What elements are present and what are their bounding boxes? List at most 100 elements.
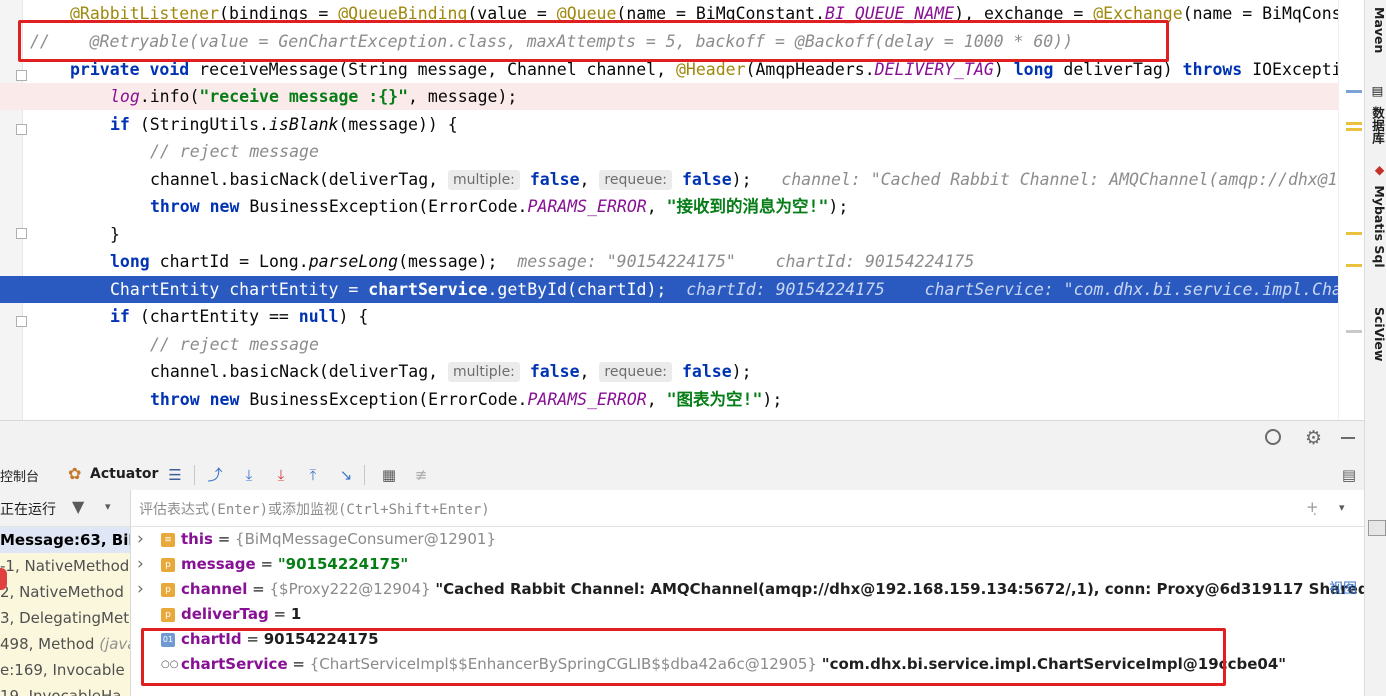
code-line[interactable]: throw new BusinessException(ErrorCode.PA… [0,386,1364,413]
right-tool-stripe: Maven ▤ 数据库 ◆ Mybatis Sql SciView [1364,0,1386,696]
error-stripe-mark[interactable] [1346,264,1362,267]
console-tab[interactable]: 控制台 [0,466,39,485]
expand-arrow-icon[interactable]: › [137,577,144,602]
highlight-box-retryable [18,20,1169,62]
evaluate-input[interactable]: 评估表达式(Enter)或添加监视(Ctrl+Shift+Enter) [139,499,490,519]
code-text: long chartId = Long.parseLong(message); … [110,248,974,275]
run-to-cursor-icon[interactable]: ↘ [335,464,357,486]
code-text: } [110,221,120,248]
stack-frame[interactable]: Message:63, BiMq [0,527,130,553]
expand-arrow-icon[interactable]: › [137,527,144,552]
error-stripe-mark[interactable] [1346,122,1362,125]
step-out-icon[interactable]: ⤒ [302,464,324,486]
layout-icon[interactable]: ▤ [1338,464,1360,486]
gear-icon[interactable]: ⚙ [1305,427,1322,449]
code-line[interactable]: channel.basicNack(deliverTag, multiple: … [0,358,1364,385]
view-link[interactable]: 视图 [1329,577,1357,602]
error-stripe-mark[interactable] [1346,232,1362,235]
database-tab[interactable]: ▤ 数据库 [1365,78,1386,148]
code-token: , [579,362,600,381]
parameter-hint: requeue: [599,362,673,382]
variable-name: deliverTag [181,605,269,623]
code-line[interactable]: channel.basicNack(deliverTag, multiple: … [0,166,1364,193]
code-token: throw new [150,197,250,216]
code-line[interactable]: throw new BusinessException(ErrorCode.PA… [0,193,1364,220]
code-text: // reject message [150,138,319,165]
stack-frame[interactable]: 19, InvocableHa [0,683,130,696]
error-stripe-mark[interactable] [1346,128,1362,131]
variable-row[interactable]: p deliverTag = 1 [131,602,1364,627]
code-token: ); [731,170,782,189]
stack-frame-label: 3, DelegatingMet [0,609,130,627]
code-line[interactable]: if (chartEntity == null) { [0,303,1364,330]
fold-marker-icon[interactable] [16,70,27,81]
stack-frame-label: -1, NativeMethod [0,557,130,575]
code-line[interactable]: // reject message [0,138,1364,165]
variable-text: this = {BiMqMessageConsumer@12901} [181,527,496,552]
code-token: DELIVERY_TAG [874,60,994,79]
globe-icon[interactable] [1265,429,1281,445]
stack-frame[interactable]: -1, NativeMethod [0,553,130,579]
show-execution-point-icon[interactable]: ⤴ [204,464,226,486]
code-line[interactable]: ChartEntity chartEntity = chartService.g… [0,276,1364,303]
highlight-box-variables [141,628,1226,686]
code-token: throws [1182,60,1253,79]
code-line[interactable]: } [0,221,1364,248]
thread-status[interactable]: 正在运行 [0,499,56,519]
code-line[interactable]: if (StringUtils.isBlank(message)) { [0,111,1364,138]
code-token: false [681,170,732,189]
code-text: if (chartEntity == null) { [110,303,368,330]
code-token: (name = BiMqConsta [1182,4,1362,23]
variable-row[interactable]: › ≡ this = {BiMqMessageConsumer@12901} [131,527,1364,552]
evaluate-bar[interactable]: 评估表达式(Enter)或添加监视(Ctrl+Shift+Enter) +̣ ▾ [131,490,1364,527]
step-into-icon[interactable]: ⤓ [270,464,292,486]
trace-stream-icon[interactable]: ≢ [410,464,432,486]
code-line[interactable]: log.info("receive message :{}", message)… [0,83,1364,110]
error-stripe-mark[interactable] [1346,330,1362,333]
add-watch-icon[interactable]: +̣ [1306,498,1319,516]
editor-error-stripe[interactable] [1338,0,1364,420]
code-token: ChartEntity chartEntity = [110,280,369,299]
variable-row[interactable]: › p message = "90154224175" [131,552,1364,577]
variable-row[interactable]: › p channel = {$Proxy222@12904} "Cached Ra… [131,577,1364,602]
chevron-down-icon[interactable]: ▾ [105,500,111,513]
minimize-icon[interactable] [1341,437,1355,439]
stack-frame[interactable]: 498, Method (java. [0,631,130,657]
code-token: // reject message [150,335,319,354]
fold-marker-icon[interactable] [16,316,27,327]
code-editor[interactable]: @RabbitListener(bindings = @QueueBinding… [0,0,1364,420]
parameter-hint: multiple: [448,170,520,190]
code-token: (message)) { [338,115,458,134]
code-token: , [579,170,600,189]
maven-tab[interactable]: Maven [1365,4,1386,56]
threads-menu-icon[interactable]: ☰ [164,464,186,486]
stack-frame[interactable]: 2, NativeMethod [0,579,130,605]
variable-name: this [181,530,213,548]
actuator-tab[interactable]: Actuator [90,466,158,482]
code-line[interactable]: long chartId = Long.parseLong(message); … [0,248,1364,275]
filter-icon[interactable]: ▼ [72,497,84,516]
database-tab-label: 数据库 [1370,105,1385,144]
inline-debug-value: channel: "Cached Rabbit Channel: AMQChan… [781,170,1358,189]
error-stripe-mark[interactable] [1346,90,1362,93]
database-side-icon[interactable] [1368,520,1386,536]
sciview-tab[interactable]: SciView [1365,298,1386,370]
stack-frame[interactable]: 3, DelegatingMet [0,605,130,631]
chevron-down-icon[interactable]: ▾ [1339,501,1345,514]
stack-frame-label: 2, NativeMethod [0,583,124,601]
fold-marker-icon[interactable] [16,228,27,239]
code-token: , message); [408,87,518,106]
code-token: false [529,362,580,381]
code-token: ) [993,60,1014,79]
stack-frame[interactable]: e:169, Invocable [0,657,130,683]
code-token: .info( [139,87,200,106]
fold-marker-icon[interactable] [16,124,27,135]
code-token: log [110,87,140,106]
mybatis-sql-tab[interactable]: ◆ Mybatis Sql [1365,160,1386,270]
step-over-icon[interactable]: ⤓ [238,464,260,486]
code-line[interactable]: // reject message [0,331,1364,358]
evaluate-table-icon[interactable]: ▦ [378,464,400,486]
code-token: (AmqpHeaders. [745,60,875,79]
expand-arrow-icon[interactable]: › [137,552,144,577]
code-token: "receive message :{}" [199,87,409,106]
